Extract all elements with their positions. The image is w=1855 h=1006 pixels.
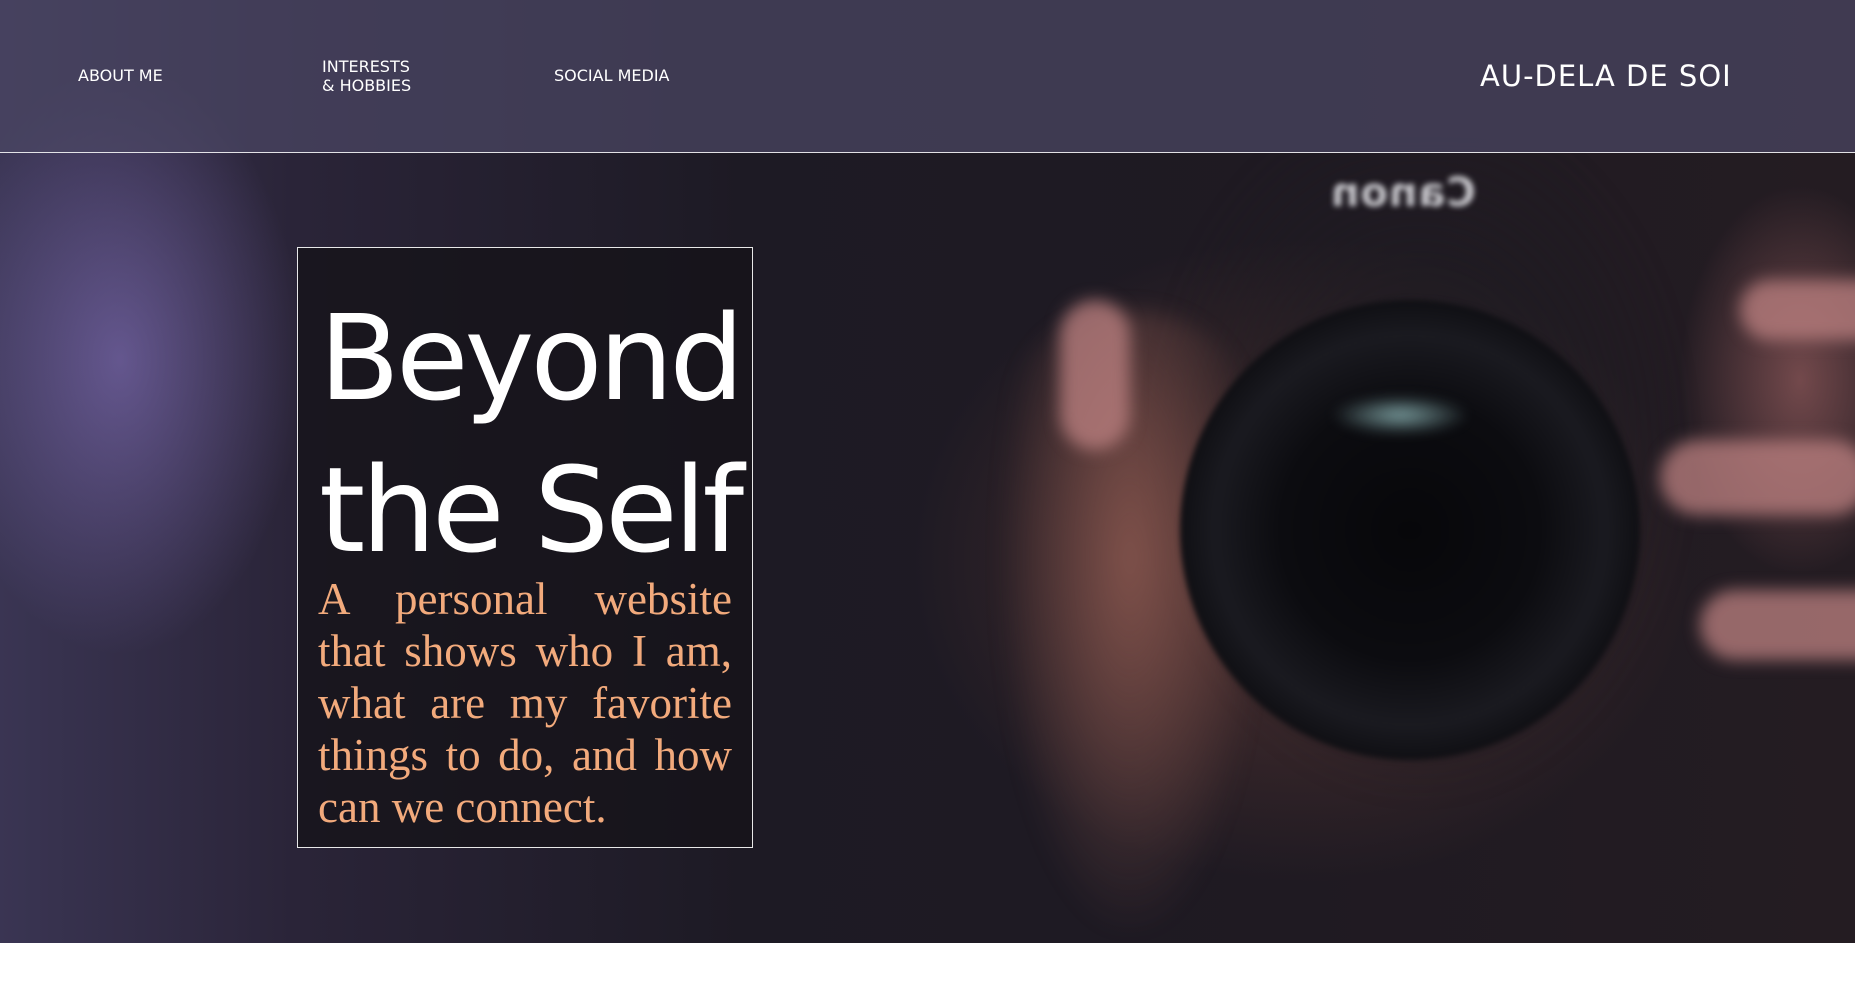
hero-title-line1: Beyond: [319, 289, 744, 427]
camera-brand-mark: Canon: [1330, 170, 1476, 216]
finger-shape: [1660, 440, 1855, 515]
hero-description: A personal website that shows who I am, …: [318, 574, 732, 832]
nav-link-interests-line1: INTERESTS: [322, 57, 410, 76]
nav-link-interests-line2: & HOBBIES: [322, 76, 412, 95]
lens-glint: [1330, 395, 1470, 435]
finger-shape: [1700, 590, 1855, 660]
nav-link-social-media[interactable]: SOCIAL MEDIA: [554, 66, 669, 85]
site-brand-title: AU-DELA DE SOI: [1480, 59, 1732, 93]
nav-link-interests-hobbies[interactable]: INTERESTS & HOBBIES: [322, 57, 411, 95]
hero-title-line2: the Self: [319, 441, 744, 579]
page: Canon ABOUT ME INTERESTS & HOBBIES SOCIA…: [0, 0, 1855, 1006]
top-navigation-bar: ABOUT ME INTERESTS & HOBBIES SOCIAL MEDI…: [0, 0, 1855, 153]
finger-shape: [1060, 300, 1130, 450]
hero-title: Beyond the Self: [319, 282, 749, 586]
finger-shape: [1740, 280, 1855, 340]
nav-link-about-me[interactable]: ABOUT ME: [78, 66, 163, 85]
page-section-below-hero: [0, 943, 1855, 1006]
camera-lens-shape: [1180, 300, 1640, 760]
hero-intro-card: Beyond the Self A personal website that …: [297, 247, 753, 848]
